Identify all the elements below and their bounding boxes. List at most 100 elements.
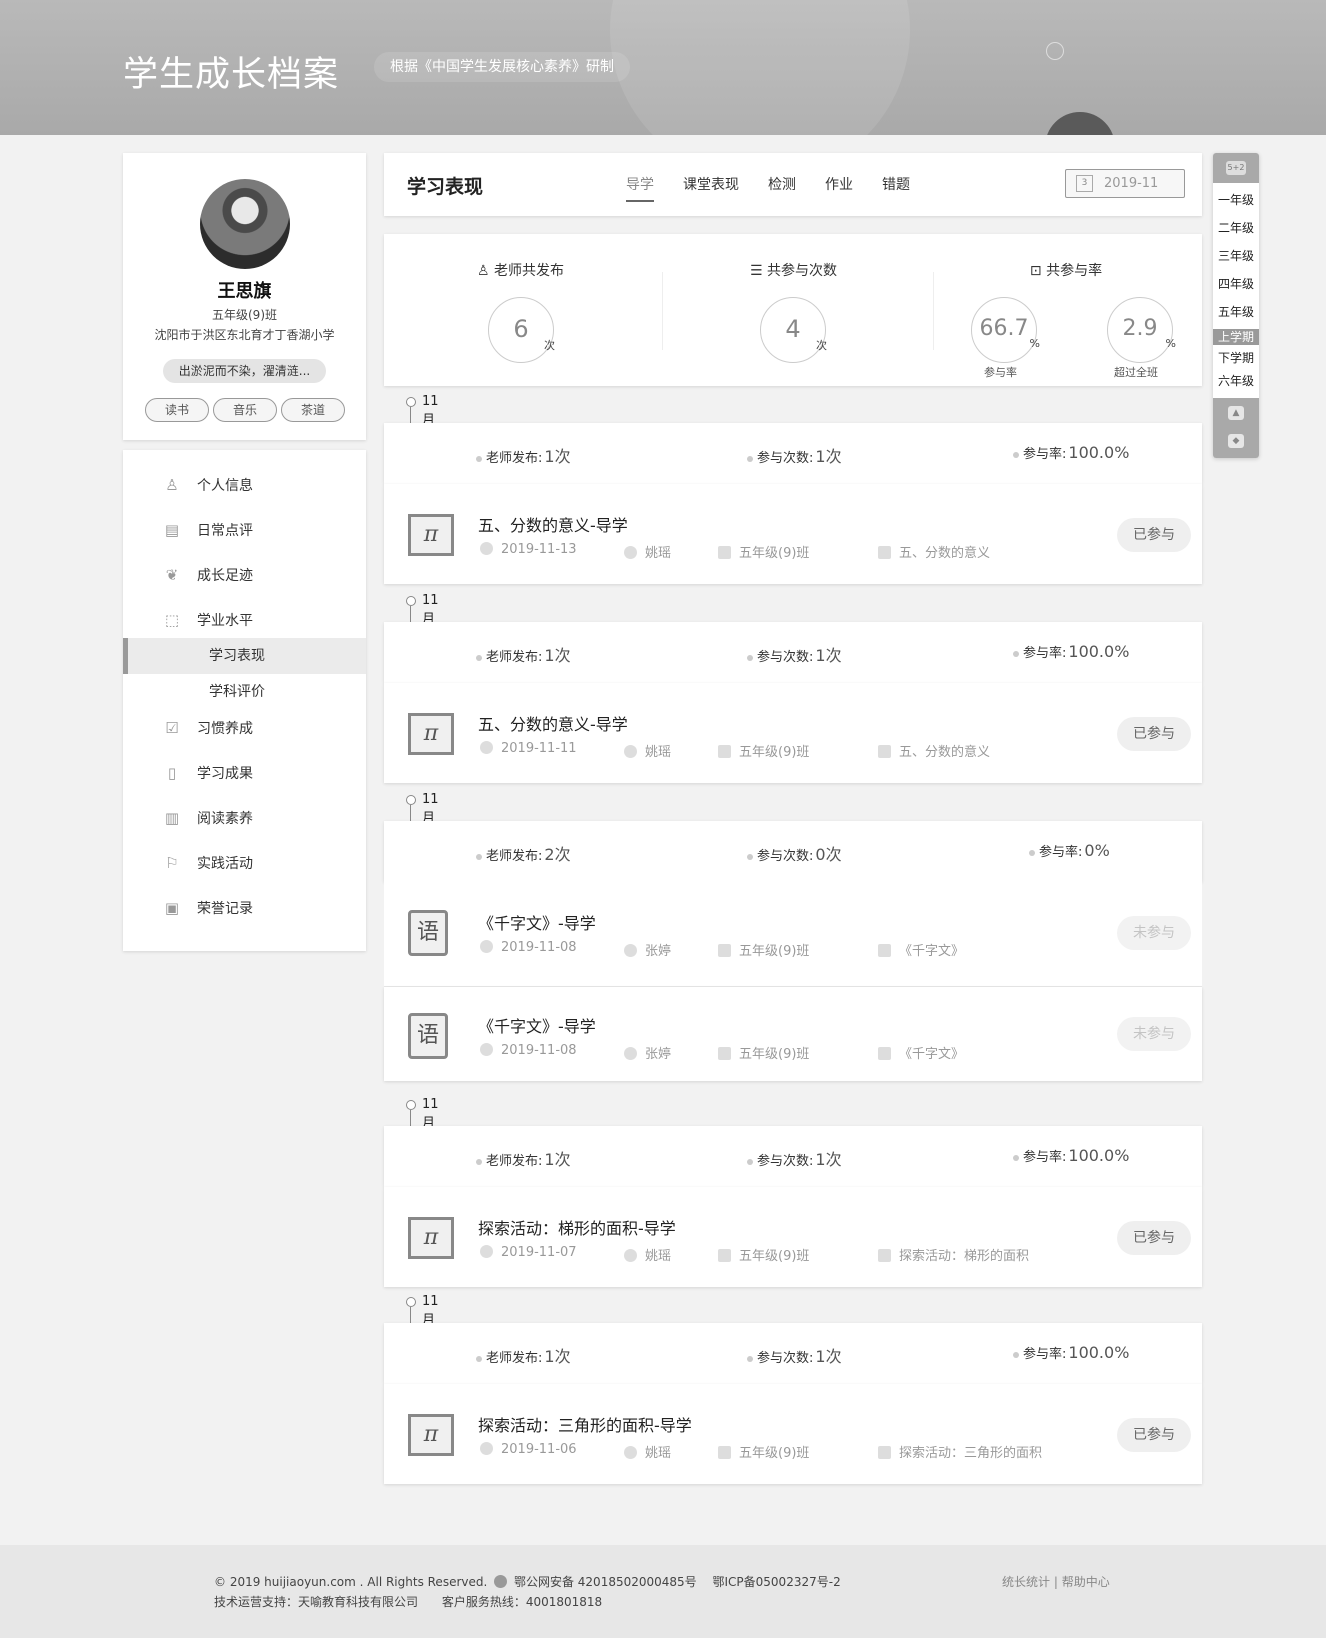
task-title[interactable]: 五、分数的意义-导学 bbox=[478, 711, 628, 735]
task-date: 2019-11-13 bbox=[480, 542, 577, 557]
sidebar-item-academic[interactable]: ⬚ 学业水平 bbox=[123, 602, 366, 638]
stat-value: 66.7 bbox=[979, 316, 1029, 341]
task-title[interactable]: 探索活动：三角形的面积-导学 bbox=[478, 1412, 692, 1436]
task-teacher-text: 张婷 bbox=[645, 944, 672, 959]
task-title[interactable]: 五、分数的意义-导学 bbox=[478, 512, 628, 536]
status-badge[interactable]: 已参与 bbox=[1117, 518, 1191, 552]
task-unit-text: 《千字文》 bbox=[899, 1047, 965, 1062]
task-unit-text: 《千字文》 bbox=[899, 944, 965, 959]
tab-homework[interactable]: 作业 bbox=[825, 174, 853, 202]
status-badge[interactable]: 未参与 bbox=[1117, 1017, 1191, 1051]
stats-panel: ♙ 老师共发布 6次 ☰ 共参与次数 4次 ⊡ 共参与率 66.7% 参与率 2… bbox=[384, 234, 1202, 386]
stat-participated: ☰ 共参与次数 4次 bbox=[657, 234, 930, 386]
police-record-link[interactable]: 鄂公网安备 42018502000485号 bbox=[514, 1575, 697, 1589]
stat-rate-label: ⊡ 共参与率 bbox=[930, 260, 1202, 280]
footer-link-stats[interactable]: 统长统计 bbox=[1002, 1575, 1050, 1589]
task-item[interactable]: π 五、分数的意义-导学 2019-11-11 姚瑶 五年级(9)班 五、分数的… bbox=[384, 683, 1202, 783]
sidebar-subitem-learning-performance[interactable]: 学习表现 bbox=[123, 638, 366, 674]
task-unit: 探索活动：梯形的面积 bbox=[878, 1245, 1029, 1264]
sidebar-subitem-subject-evaluation[interactable]: 学科评价 bbox=[123, 674, 366, 710]
grade-nav: 5+2 一年级 二年级 三年级 四年级 五年级 上学期 下学期 六年级 ▲ ◆ bbox=[1213, 153, 1259, 458]
tab-guide[interactable]: 导学 bbox=[626, 174, 654, 202]
task-item[interactable]: 语 《千字文》-导学 2019-11-08 张婷 五年级(9)班 《千字文》 未… bbox=[384, 987, 1202, 1081]
grade-item-3[interactable]: 三年级 bbox=[1213, 247, 1259, 264]
hobby-tag[interactable]: 音乐 bbox=[213, 398, 277, 422]
timeline-line bbox=[410, 407, 411, 423]
stat-rate-circle: 66.7% bbox=[971, 297, 1040, 363]
sidebar-item-achievements[interactable]: ▯ 学习成果 bbox=[123, 755, 366, 791]
task-title[interactable]: 《千字文》-导学 bbox=[478, 1013, 596, 1037]
avatar[interactable] bbox=[200, 179, 290, 269]
sidebar-item-reading[interactable]: ▥ 阅读素养 bbox=[123, 800, 366, 836]
bullet-icon bbox=[747, 1355, 753, 1362]
status-badge[interactable]: 已参与 bbox=[1117, 1418, 1191, 1452]
summary-value: 100.0% bbox=[1068, 1343, 1130, 1362]
grade-item-6[interactable]: 六年级 bbox=[1213, 372, 1259, 389]
sidebar-item-personal-info[interactable]: ♙ 个人信息 bbox=[123, 467, 366, 503]
five-plus-two-icon[interactable]: 5+2 bbox=[1226, 161, 1246, 175]
summary-value: 1次 bbox=[544, 1150, 571, 1169]
clock-icon bbox=[480, 542, 493, 555]
stat-value: 6 bbox=[513, 315, 529, 343]
task-date-text: 2019-11-11 bbox=[501, 741, 577, 756]
sidebar-item-habits[interactable]: ☑ 习惯养成 bbox=[123, 710, 366, 746]
footer-links: 统长统计 | 帮助中心 bbox=[1002, 1573, 1110, 1590]
math-pi-icon: π bbox=[408, 1217, 454, 1259]
summary-published: 老师发布: 1次 bbox=[476, 1146, 571, 1170]
status-badge[interactable]: 已参与 bbox=[1117, 1221, 1191, 1255]
timeline-dot bbox=[406, 1100, 416, 1110]
sidebar-item-label: 习惯养成 bbox=[197, 721, 253, 737]
status-badge[interactable]: 已参与 bbox=[1117, 717, 1191, 751]
unit-icon bbox=[878, 745, 891, 758]
task-item[interactable]: π 探索活动：梯形的面积-导学 2019-11-07 姚瑶 五年级(9)班 探索… bbox=[384, 1187, 1202, 1287]
task-class-text: 五年级(9)班 bbox=[739, 745, 810, 760]
bullet-icon bbox=[476, 455, 482, 462]
graduate-icon[interactable]: ▲ bbox=[1228, 406, 1244, 420]
task-unit-text: 五、分数的意义 bbox=[899, 745, 991, 760]
icp-record-link[interactable]: 鄂ICP备05002327号-2 bbox=[713, 1575, 841, 1589]
summary-value: 1次 bbox=[815, 646, 842, 665]
page-title: 学习表现 bbox=[407, 176, 484, 198]
stat-value: 4 bbox=[785, 315, 801, 343]
bullet-icon bbox=[1013, 650, 1019, 657]
grade-item-4[interactable]: 四年级 bbox=[1213, 275, 1259, 292]
summary-value: 1次 bbox=[544, 447, 571, 466]
person-icon bbox=[624, 546, 637, 559]
unit-icon bbox=[878, 1446, 891, 1459]
copyright-text: © 2019 huijiaoyun.com . All Rights Reser… bbox=[214, 1575, 488, 1589]
stat-label-text: 共参与次数 bbox=[767, 263, 837, 279]
person-icon: ♙ bbox=[476, 263, 494, 279]
bullet-icon bbox=[476, 853, 482, 860]
hobby-tag[interactable]: 读书 bbox=[145, 398, 209, 422]
task-teacher-text: 姚瑶 bbox=[645, 1446, 672, 1461]
grade-item-5[interactable]: 五年级 bbox=[1213, 303, 1259, 320]
status-badge[interactable]: 未参与 bbox=[1117, 916, 1191, 950]
semester-item-first[interactable]: 上学期 bbox=[1213, 329, 1259, 345]
tab-mistakes[interactable]: 错题 bbox=[882, 174, 910, 202]
task-title[interactable]: 《千字文》-导学 bbox=[478, 910, 596, 934]
grade-item-2[interactable]: 二年级 bbox=[1213, 219, 1259, 236]
task-item[interactable]: π 五、分数的意义-导学 2019-11-13 姚瑶 五年级(9)班 五、分数的… bbox=[384, 484, 1202, 584]
semester-item-second[interactable]: 下学期 bbox=[1213, 349, 1259, 366]
footer-link-help[interactable]: 帮助中心 bbox=[1062, 1575, 1110, 1589]
task-date-text: 2019-11-07 bbox=[501, 1245, 577, 1260]
task-date: 2019-11-06 bbox=[480, 1442, 577, 1457]
tab-classroom[interactable]: 课堂表现 bbox=[683, 174, 739, 202]
footer-line-1: © 2019 huijiaoyun.com . All Rights Reser… bbox=[214, 1573, 841, 1590]
hobby-tag[interactable]: 茶道 bbox=[281, 398, 345, 422]
task-item[interactable]: π 探索活动：三角形的面积-导学 2019-11-06 姚瑶 五年级(9)班 探… bbox=[384, 1384, 1202, 1484]
sidebar-item-growth[interactable]: ❦ 成长足迹 bbox=[123, 557, 366, 593]
tab-test[interactable]: 检测 bbox=[768, 174, 796, 202]
footer-link-separator: | bbox=[1053, 1575, 1062, 1589]
sidebar-item-practice[interactable]: ⚐ 实践活动 bbox=[123, 845, 366, 881]
bullet-icon bbox=[747, 1158, 753, 1165]
sidebar-item-honors[interactable]: ▣ 荣誉记录 bbox=[123, 890, 366, 926]
day-summary: 老师发布: 1次 参与次数: 1次 参与率: 100.0% bbox=[384, 1323, 1202, 1384]
stat-unit: 次 bbox=[544, 339, 555, 352]
month-picker[interactable]: 3 2019-11 bbox=[1065, 169, 1185, 198]
grade-item-1[interactable]: 一年级 bbox=[1213, 191, 1259, 208]
cap-icon[interactable]: ◆ bbox=[1228, 434, 1244, 448]
sidebar-item-daily-review[interactable]: ▤ 日常点评 bbox=[123, 512, 366, 548]
task-title[interactable]: 探索活动：梯形的面积-导学 bbox=[478, 1215, 676, 1239]
task-item[interactable]: 语 《千字文》-导学 2019-11-08 张婷 五年级(9)班 《千字文》 未… bbox=[384, 882, 1202, 986]
